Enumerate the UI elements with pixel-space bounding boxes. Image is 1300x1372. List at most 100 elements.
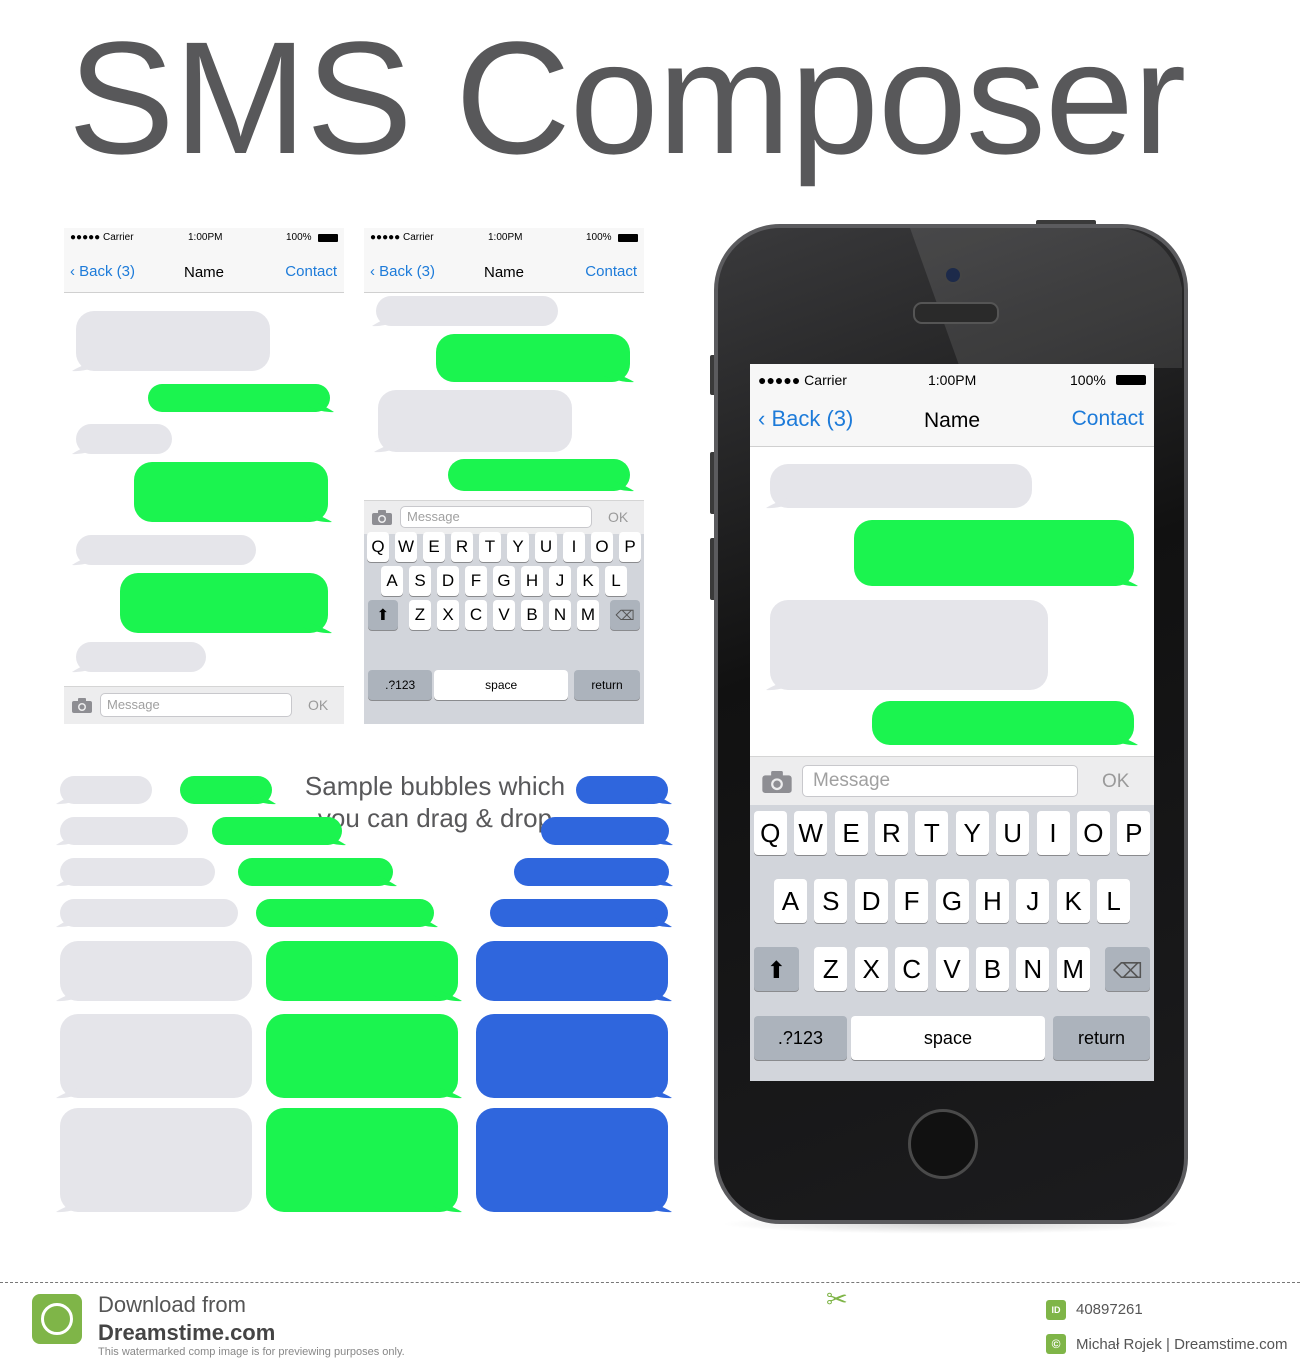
return-key[interactable]: return: [574, 670, 640, 700]
shift-key[interactable]: ⬆: [368, 600, 398, 630]
contact-button[interactable]: Contact: [1072, 407, 1144, 431]
outgoing-bubble[interactable]: [262, 941, 462, 1003]
key-m[interactable]: M: [577, 600, 599, 630]
key-g[interactable]: G: [493, 566, 515, 596]
message-input[interactable]: Message: [802, 765, 1078, 797]
key-e[interactable]: E: [423, 532, 445, 562]
key-l[interactable]: L: [605, 566, 627, 596]
incoming-bubble[interactable]: [56, 776, 156, 806]
key-g[interactable]: G: [935, 879, 969, 923]
send-button[interactable]: OK: [308, 697, 328, 713]
contact-button[interactable]: Contact: [585, 263, 637, 280]
space-key[interactable]: space: [851, 1016, 1045, 1060]
camera-icon[interactable]: [372, 510, 392, 530]
key-y[interactable]: Y: [507, 532, 529, 562]
key-u[interactable]: U: [535, 532, 557, 562]
blue-bubble[interactable]: [537, 817, 673, 847]
message-input[interactable]: Message: [400, 506, 592, 528]
incoming-bubble[interactable]: [56, 899, 242, 929]
delete-key[interactable]: ⌫: [1105, 947, 1150, 991]
key-w[interactable]: W: [395, 532, 417, 562]
key-p[interactable]: P: [1117, 811, 1151, 855]
key-f[interactable]: F: [465, 566, 487, 596]
outgoing-bubble[interactable]: [252, 899, 438, 929]
key-e[interactable]: E: [834, 811, 868, 855]
outgoing-bubble[interactable]: [262, 1014, 462, 1100]
key-c[interactable]: C: [465, 600, 487, 630]
space-key[interactable]: space: [434, 670, 569, 700]
incoming-bubble[interactable]: [56, 817, 192, 847]
key-b[interactable]: B: [521, 600, 543, 630]
key-x[interactable]: X: [854, 947, 888, 991]
blue-bubble[interactable]: [472, 1108, 672, 1214]
key-w[interactable]: W: [794, 811, 828, 855]
key-d[interactable]: D: [437, 566, 459, 596]
key-t[interactable]: T: [915, 811, 949, 855]
message-input[interactable]: Message: [100, 693, 292, 717]
key-z[interactable]: Z: [409, 600, 431, 630]
key-z[interactable]: Z: [814, 947, 848, 991]
key-h[interactable]: H: [521, 566, 543, 596]
incoming-bubble[interactable]: [56, 1108, 256, 1214]
key-n[interactable]: N: [549, 600, 571, 630]
key-i[interactable]: I: [563, 532, 585, 562]
blue-bubble[interactable]: [472, 1014, 672, 1100]
key-h[interactable]: H: [975, 879, 1009, 923]
key-r[interactable]: R: [451, 532, 473, 562]
carrier-label: ●●●●● Carrier: [758, 372, 847, 388]
key-f[interactable]: F: [895, 879, 929, 923]
key-q[interactable]: Q: [753, 811, 787, 855]
contact-button[interactable]: Contact: [285, 263, 337, 280]
send-button[interactable]: OK: [1102, 771, 1129, 793]
delete-key[interactable]: ⌫: [610, 600, 640, 630]
key-u[interactable]: U: [996, 811, 1030, 855]
key-a[interactable]: A: [381, 566, 403, 596]
key-c[interactable]: C: [895, 947, 929, 991]
key-j[interactable]: J: [1016, 879, 1050, 923]
blue-bubble[interactable]: [572, 776, 672, 806]
key-q[interactable]: Q: [367, 532, 389, 562]
key-d[interactable]: D: [854, 879, 888, 923]
blue-bubble[interactable]: [472, 941, 672, 1003]
key-s[interactable]: S: [814, 879, 848, 923]
key-n[interactable]: N: [1016, 947, 1050, 991]
key-a[interactable]: A: [773, 879, 807, 923]
key-p[interactable]: P: [619, 532, 641, 562]
outgoing-bubble[interactable]: [208, 817, 346, 847]
incoming-bubble[interactable]: [56, 941, 256, 1003]
key-s[interactable]: S: [409, 566, 431, 596]
key-j[interactable]: J: [549, 566, 571, 596]
key-t[interactable]: T: [479, 532, 501, 562]
key-k[interactable]: K: [1056, 879, 1090, 923]
blue-bubble[interactable]: [510, 858, 673, 888]
numbers-key[interactable]: .?123: [754, 1016, 847, 1060]
key-v[interactable]: V: [493, 600, 515, 630]
incoming-bubble[interactable]: [56, 1014, 256, 1100]
outgoing-bubble[interactable]: [234, 858, 397, 888]
return-key[interactable]: return: [1053, 1016, 1150, 1060]
key-r[interactable]: R: [874, 811, 908, 855]
key-y[interactable]: Y: [955, 811, 989, 855]
outgoing-bubble[interactable]: [262, 1108, 462, 1214]
send-button[interactable]: OK: [608, 509, 628, 525]
shift-key[interactable]: ⬆: [754, 947, 799, 991]
key-k[interactable]: K: [577, 566, 599, 596]
site-label[interactable]: Dreamstime.com: [98, 1320, 275, 1346]
key-v[interactable]: V: [935, 947, 969, 991]
key-l[interactable]: L: [1097, 879, 1131, 923]
key-i[interactable]: I: [1036, 811, 1070, 855]
numbers-key[interactable]: .?123: [368, 670, 433, 700]
key-x[interactable]: X: [437, 600, 459, 630]
incoming-bubble[interactable]: [56, 858, 219, 888]
home-button[interactable]: [908, 1109, 978, 1179]
keyboard: Q W E R T Y U I O P A S D F G H J K L Z X C V B N M ⬆ ⌫ .?123 space re…: [750, 805, 1154, 1081]
key-m[interactable]: M: [1056, 947, 1090, 991]
outgoing-bubble[interactable]: [176, 776, 276, 806]
key-b[interactable]: B: [975, 947, 1009, 991]
key-o[interactable]: O: [591, 532, 613, 562]
camera-icon[interactable]: [72, 698, 92, 718]
clock-label: 1:00PM: [928, 372, 977, 388]
key-o[interactable]: O: [1076, 811, 1110, 855]
blue-bubble[interactable]: [486, 899, 672, 929]
camera-icon[interactable]: [762, 771, 792, 798]
